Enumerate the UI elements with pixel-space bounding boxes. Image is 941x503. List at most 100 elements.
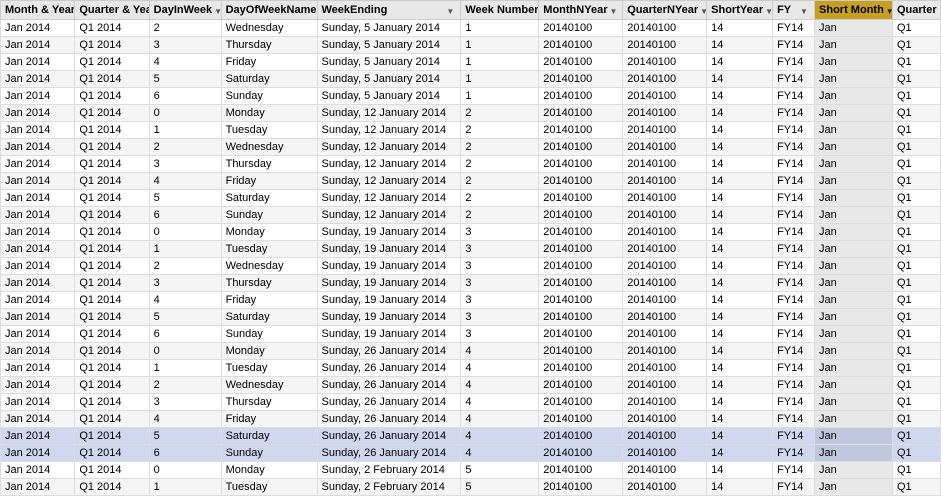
column-header-month[interactable]: Month & Year: [1, 1, 75, 20]
cell-month: Jan 2014: [1, 275, 75, 292]
cell-shortyear: 14: [707, 190, 773, 207]
cell-dayinweek: 5: [149, 309, 221, 326]
cell-dayinweek: 2: [149, 377, 221, 394]
table-row[interactable]: Jan 2014Q1 20140MondaySunday, 19 January…: [1, 224, 941, 241]
cell-quarter: Q1 2014: [75, 411, 149, 428]
cell-month: Jan 2014: [1, 173, 75, 190]
column-header-shortmonth[interactable]: Short Month: [815, 1, 893, 20]
filter-icon-shortyear[interactable]: [765, 5, 772, 15]
table-row[interactable]: Jan 2014Q1 20145SaturdaySunday, 5 Januar…: [1, 71, 941, 88]
column-header-quarter[interactable]: Quarter & Year: [75, 1, 149, 20]
cell-dayinweek: 0: [149, 105, 221, 122]
filter-icon-fy[interactable]: [800, 5, 810, 15]
cell-month: Jan 2014: [1, 241, 75, 258]
filter-icon-shortmonth[interactable]: [886, 5, 893, 15]
column-header-monthyear[interactable]: MonthNYear: [539, 1, 623, 20]
cell-quarter: Q1 2014: [75, 88, 149, 105]
table-row[interactable]: Jan 2014Q1 20145SaturdaySunday, 12 Janua…: [1, 190, 941, 207]
column-header-dayofweekname[interactable]: DayOfWeekName: [221, 1, 317, 20]
cell-dayinweek: 4: [149, 54, 221, 71]
column-header-quarterx[interactable]: Quarter: [892, 1, 940, 20]
table-row[interactable]: Jan 2014Q1 20143ThursdaySunday, 26 Janua…: [1, 394, 941, 411]
table-row[interactable]: Jan 2014Q1 20145SaturdaySunday, 19 Janua…: [1, 309, 941, 326]
table-row[interactable]: Jan 2014Q1 20140MondaySunday, 12 January…: [1, 105, 941, 122]
table-row[interactable]: Jan 2014Q1 20141TuesdaySunday, 2 Februar…: [1, 479, 941, 496]
cell-shortyear: 14: [707, 377, 773, 394]
cell-month: Jan 2014: [1, 428, 75, 445]
cell-fy: FY14: [773, 462, 815, 479]
filter-icon-quarterx[interactable]: [939, 5, 941, 15]
column-header-shortyear[interactable]: ShortYear: [707, 1, 773, 20]
cell-quarterx: Q1: [892, 275, 940, 292]
table-row[interactable]: Jan 2014Q1 20146SundaySunday, 12 January…: [1, 207, 941, 224]
cell-monthyear: 20140100: [539, 156, 623, 173]
cell-monthyear: 20140100: [539, 462, 623, 479]
cell-weekending: Sunday, 12 January 2014: [317, 190, 461, 207]
table-row[interactable]: Jan 2014Q1 20146SundaySunday, 5 January …: [1, 88, 941, 105]
cell-dayinweek: 1: [149, 122, 221, 139]
table-row[interactable]: Jan 2014Q1 20140MondaySunday, 26 January…: [1, 343, 941, 360]
column-header-quarteryear[interactable]: QuarterNYear: [623, 1, 707, 20]
table-row[interactable]: Jan 2014Q1 20146SundaySunday, 19 January…: [1, 326, 941, 343]
cell-weeknumber: 2: [461, 207, 539, 224]
column-label-dayofweekname: DayOfWeekName: [226, 4, 317, 16]
cell-quarteryear: 20140100: [623, 139, 707, 156]
cell-quarter: Q1 2014: [75, 258, 149, 275]
table-row[interactable]: Jan 2014Q1 20143ThursdaySunday, 12 Janua…: [1, 156, 941, 173]
table-row[interactable]: Jan 2014Q1 20144FridaySunday, 5 January …: [1, 54, 941, 71]
cell-weekending: Sunday, 19 January 2014: [317, 275, 461, 292]
table-row[interactable]: Jan 2014Q1 20141TuesdaySunday, 12 Januar…: [1, 122, 941, 139]
table-row[interactable]: Jan 2014Q1 20141TuesdaySunday, 19 Januar…: [1, 241, 941, 258]
cell-fy: FY14: [773, 139, 815, 156]
cell-fy: FY14: [773, 105, 815, 122]
table-row[interactable]: Jan 2014Q1 20144FridaySunday, 12 January…: [1, 173, 941, 190]
table-row[interactable]: Jan 2014Q1 20142WednesdaySunday, 26 Janu…: [1, 377, 941, 394]
filter-icon-dayinweek[interactable]: [214, 5, 221, 15]
filter-icon-monthyear[interactable]: [609, 5, 619, 15]
cell-fy: FY14: [773, 275, 815, 292]
cell-quarteryear: 20140100: [623, 428, 707, 445]
table-row[interactable]: Jan 2014Q1 20145SaturdaySunday, 26 Janua…: [1, 428, 941, 445]
table-row[interactable]: Jan 2014Q1 20144FridaySunday, 26 January…: [1, 411, 941, 428]
cell-shortyear: 14: [707, 462, 773, 479]
cell-dayinweek: 1: [149, 241, 221, 258]
table-row[interactable]: Jan 2014Q1 20143ThursdaySunday, 19 Janua…: [1, 275, 941, 292]
cell-quarterx: Q1: [892, 71, 940, 88]
table-row[interactable]: Jan 2014Q1 20142WednesdaySunday, 19 Janu…: [1, 258, 941, 275]
column-header-fy[interactable]: FY: [773, 1, 815, 20]
table-row[interactable]: Jan 2014Q1 20142WednesdaySunday, 5 Janua…: [1, 20, 941, 37]
cell-quarteryear: 20140100: [623, 20, 707, 37]
cell-weekending: Sunday, 26 January 2014: [317, 360, 461, 377]
filter-icon-weekending[interactable]: [446, 5, 456, 15]
column-header-dayinweek[interactable]: DayInWeek: [149, 1, 221, 20]
cell-quarter: Q1 2014: [75, 360, 149, 377]
cell-month: Jan 2014: [1, 71, 75, 88]
table-row[interactable]: Jan 2014Q1 20140MondaySunday, 2 February…: [1, 462, 941, 479]
cell-shortyear: 14: [707, 71, 773, 88]
cell-quarter: Q1 2014: [75, 275, 149, 292]
cell-fy: FY14: [773, 156, 815, 173]
cell-quarter: Q1 2014: [75, 479, 149, 496]
column-header-weeknumber[interactable]: Week Number: [461, 1, 539, 20]
cell-weekending: Sunday, 19 January 2014: [317, 326, 461, 343]
cell-shortmonth: Jan: [815, 190, 893, 207]
cell-month: Jan 2014: [1, 360, 75, 377]
cell-quarterx: Q1: [892, 54, 940, 71]
table-row[interactable]: Jan 2014Q1 20142WednesdaySunday, 12 Janu…: [1, 139, 941, 156]
cell-shortyear: 14: [707, 37, 773, 54]
cell-quarter: Q1 2014: [75, 156, 149, 173]
cell-month: Jan 2014: [1, 139, 75, 156]
table-row[interactable]: Jan 2014Q1 20143ThursdaySunday, 5 Januar…: [1, 37, 941, 54]
cell-quarteryear: 20140100: [623, 326, 707, 343]
table-row[interactable]: Jan 2014Q1 20141TuesdaySunday, 26 Januar…: [1, 360, 941, 377]
cell-shortmonth: Jan: [815, 54, 893, 71]
cell-dayofweekname: Sunday: [221, 445, 317, 462]
table-row[interactable]: Jan 2014Q1 20146SundaySunday, 26 January…: [1, 445, 941, 462]
cell-shortyear: 14: [707, 428, 773, 445]
cell-quarteryear: 20140100: [623, 309, 707, 326]
column-header-weekending[interactable]: WeekEnding: [317, 1, 461, 20]
table-row[interactable]: Jan 2014Q1 20144FridaySunday, 19 January…: [1, 292, 941, 309]
cell-month: Jan 2014: [1, 462, 75, 479]
cell-dayofweekname: Monday: [221, 343, 317, 360]
cell-quarterx: Q1: [892, 224, 940, 241]
